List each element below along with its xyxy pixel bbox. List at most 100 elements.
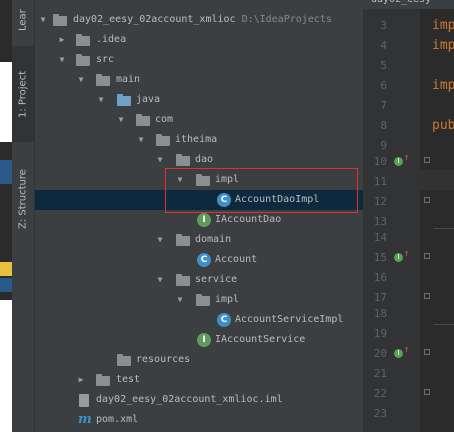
tree-row-root[interactable]: ▼ day02_eesy_02account_xmlioc D:\IdeaProj… (35, 10, 363, 30)
line-number: 22 (373, 387, 387, 400)
tree-item-label: pom.xml (96, 414, 139, 425)
tree-row[interactable]: ▼ src (35, 50, 363, 70)
implementing-method-icon[interactable]: I (394, 349, 403, 358)
line-number: 16 (373, 271, 387, 284)
package-icon (176, 154, 190, 166)
package-icon (176, 274, 190, 286)
fold-marker-icon[interactable] (424, 157, 430, 163)
tree-row[interactable]: C AccountServiceImpl (35, 310, 363, 330)
expand-arrow-icon[interactable]: ▼ (155, 150, 165, 170)
caret-line (420, 170, 454, 190)
expand-arrow-icon[interactable]: ▼ (155, 230, 165, 250)
tree-row[interactable]: day02_eesy_02account_xmlioc.iml (35, 390, 363, 410)
package-icon (156, 134, 170, 146)
expand-arrow-icon[interactable]: ▼ (155, 270, 165, 290)
tree-item-label: resources (136, 354, 191, 365)
expand-arrow-icon[interactable]: ▼ (38, 10, 48, 30)
editor-tab-label: day02_eesy (371, 0, 431, 5)
package-icon (176, 234, 190, 246)
line-number: 14 (373, 231, 387, 244)
code-line: imp (432, 78, 454, 93)
tree-item-label: IAccountService (215, 334, 306, 345)
tree-row[interactable]: ▼ impl (35, 290, 363, 310)
class-icon: C (217, 313, 231, 327)
line-number: 10 (373, 155, 387, 168)
fold-marker-icon[interactable] (424, 197, 430, 203)
tree-item-label: main (116, 74, 141, 85)
line-number: 11 (373, 175, 387, 188)
method-separator (434, 228, 454, 229)
fold-marker-icon[interactable] (424, 293, 430, 299)
resources-folder-icon (117, 354, 131, 366)
tree-row[interactable]: m pom.xml (35, 410, 363, 430)
expand-arrow-icon[interactable]: ▼ (57, 50, 67, 70)
tree-row[interactable]: C Account (35, 250, 363, 270)
tab-project-label: 1: Project (17, 70, 29, 118)
tree-item-label: day02_eesy_02account_xmlioc.iml (96, 394, 283, 405)
expand-arrow-icon[interactable]: ▼ (76, 70, 86, 90)
collapse-arrow-icon[interactable]: ▶ (76, 370, 86, 390)
implementing-method-icon[interactable]: I (394, 253, 403, 262)
up-arrow-icon: ↑ (404, 153, 410, 163)
tab-project[interactable]: 1: Project (12, 46, 34, 142)
tree-row[interactable]: ▼ service (35, 270, 363, 290)
tree-row[interactable]: I IAccountService (35, 330, 363, 350)
tree-item-label: domain (195, 234, 232, 245)
tool-window-sidebar: Lear 1: Project Z: Structure (12, 0, 35, 432)
folder-icon (76, 54, 90, 66)
module-folder-icon (53, 14, 67, 26)
source-folder-icon (117, 94, 131, 106)
tree-row[interactable]: I IAccountDao (35, 210, 363, 230)
tab-learn-label: Lear (17, 9, 29, 31)
up-arrow-icon: ↑ (404, 249, 410, 259)
line-number: 4 (380, 39, 387, 52)
tree-row[interactable]: resources (35, 350, 363, 370)
expand-arrow-icon[interactable]: ▼ (96, 90, 106, 110)
tree-item-label: day02_eesy_02account_xmlioc D:\IdeaProjec… (73, 10, 332, 30)
up-arrow-icon: ↑ (404, 345, 410, 355)
tree-item-label: service (195, 274, 238, 285)
editor-tab[interactable]: day02_eesy (363, 0, 454, 9)
fold-marker-icon[interactable] (424, 389, 430, 395)
tree-row[interactable]: ▼ java (35, 90, 363, 110)
code-line: imp (432, 18, 454, 33)
tree-row[interactable]: ▼ main (35, 70, 363, 90)
project-tree: ▼ day02_eesy_02account_xmlioc D:\IdeaProj… (35, 0, 363, 432)
fold-marker-icon[interactable] (424, 253, 430, 259)
root-path: D:\IdeaProjects (241, 14, 332, 25)
package-icon (136, 114, 150, 126)
maven-icon: m (78, 412, 92, 427)
tree-row[interactable]: ▼ itheima (35, 130, 363, 150)
tree-row[interactable]: ▼ dao (35, 150, 363, 170)
expand-arrow-icon[interactable]: ▼ (136, 130, 146, 150)
line-number: 6 (380, 79, 387, 92)
iml-file-icon (79, 394, 89, 407)
background-window-panel (0, 62, 12, 142)
tree-item-label: com (155, 114, 174, 125)
line-number: 8 (380, 119, 387, 132)
tree-item-label: .idea (96, 34, 127, 45)
fold-marker-icon[interactable] (424, 349, 430, 355)
tab-learn[interactable]: Lear (12, 0, 34, 40)
tree-row[interactable]: ▼ com (35, 110, 363, 130)
background-window-panel (0, 160, 12, 184)
collapse-arrow-icon[interactable]: ▶ (57, 30, 67, 50)
background-window-strip (0, 0, 12, 432)
tree-row[interactable]: ▶ test (35, 370, 363, 390)
line-number: 12 (373, 195, 387, 208)
highlight-box (165, 168, 358, 213)
tree-item-label: src (96, 54, 115, 65)
tree-item-label: test (116, 374, 141, 385)
tab-structure[interactable]: Z: Structure (12, 160, 34, 238)
editor-code-area[interactable] (420, 9, 454, 432)
line-number: 21 (373, 367, 387, 380)
line-number: 5 (380, 59, 387, 72)
expand-arrow-icon[interactable]: ▼ (175, 290, 185, 310)
tree-row[interactable]: ▼ domain (35, 230, 363, 250)
tree-row[interactable]: ▶ .idea (35, 30, 363, 50)
expand-arrow-icon[interactable]: ▼ (116, 110, 126, 130)
tree-item-label: Account (215, 254, 258, 265)
code-line: pub (432, 118, 454, 133)
implementing-method-icon[interactable]: I (394, 157, 403, 166)
folder-icon (96, 74, 110, 86)
